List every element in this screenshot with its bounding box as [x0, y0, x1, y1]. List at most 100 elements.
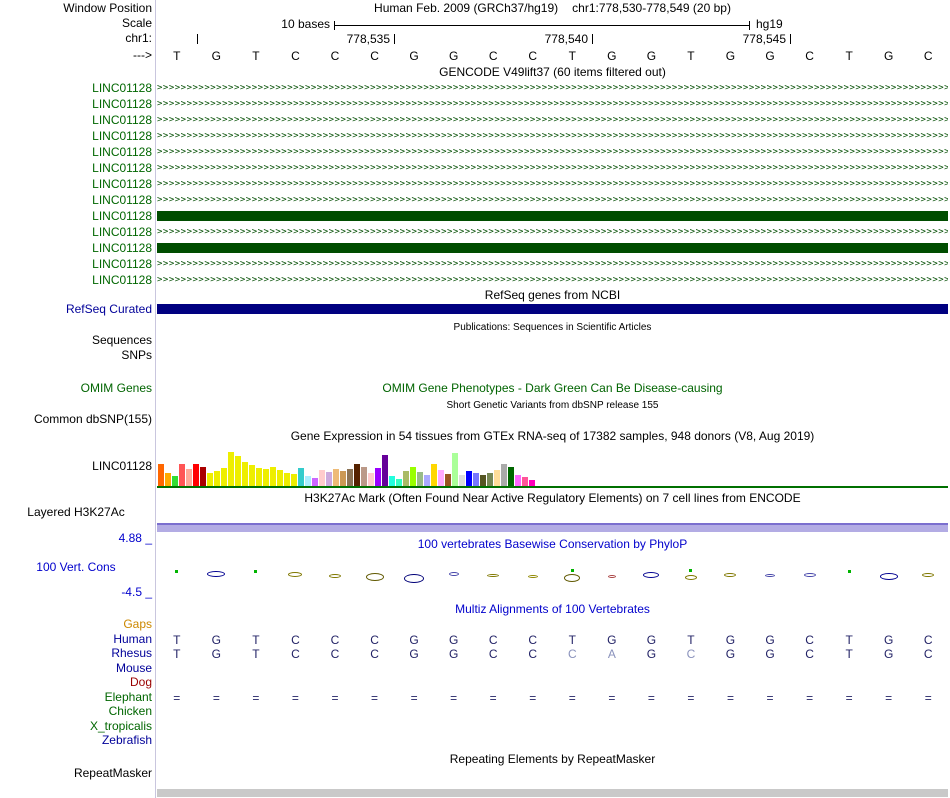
gencode-item-label[interactable]: LINC01128 — [0, 146, 152, 159]
gencode-item-label[interactable]: LINC01128 — [0, 194, 152, 207]
gtex-bar[interactable] — [165, 473, 171, 486]
gtex-bar[interactable] — [522, 477, 528, 486]
h3k27ac-title[interactable]: H3K27Ac Mark (Often Found Near Active Re… — [157, 492, 948, 505]
gtex-bar[interactable] — [277, 470, 283, 486]
gtex-bar[interactable] — [487, 473, 493, 486]
gtex-bar[interactable] — [291, 474, 297, 486]
gencode-item-label[interactable]: LINC01128 — [0, 258, 152, 271]
gtex-bar[interactable] — [431, 464, 437, 486]
gencode-exon-bar[interactable] — [157, 211, 948, 221]
gencode-item-label[interactable]: LINC01128 — [0, 162, 152, 175]
gencode-intron-arrows[interactable]: >>>>>>>>>>>>>>>>>>>>>>>>>>>>>>>>>>>>>>>>… — [157, 96, 948, 112]
sequences-label[interactable]: Sequences — [0, 334, 152, 347]
gtex-bar[interactable] — [501, 464, 507, 486]
gencode-item-label[interactable]: LINC01128 — [0, 242, 152, 255]
gencode-intron-arrows[interactable]: >>>>>>>>>>>>>>>>>>>>>>>>>>>>>>>>>>>>>>>>… — [157, 128, 948, 144]
gtex-bar[interactable] — [235, 456, 241, 486]
gtex-bar[interactable] — [172, 476, 178, 486]
gtex-bar[interactable] — [515, 475, 521, 486]
dbsnp-title[interactable]: Short Genetic Variants from dbSNP releas… — [157, 399, 948, 412]
gtex-bar[interactable] — [284, 473, 290, 486]
gencode-intron-arrows[interactable]: >>>>>>>>>>>>>>>>>>>>>>>>>>>>>>>>>>>>>>>>… — [157, 176, 948, 192]
h3k27ac-track[interactable] — [157, 523, 948, 532]
refseq-title[interactable]: RefSeq genes from NCBI — [157, 289, 948, 302]
repeatmasker-label[interactable]: RepeatMasker — [0, 767, 152, 780]
h3k27ac-label[interactable]: Layered H3K27Ac — [0, 506, 152, 519]
gtex-bar[interactable] — [326, 472, 332, 486]
refseq-curated-label[interactable]: RefSeq Curated — [0, 303, 152, 316]
species-label-zebrafish[interactable]: Zebrafish — [0, 734, 152, 747]
gtex-bar[interactable] — [389, 476, 395, 486]
multiz-title[interactable]: Multiz Alignments of 100 Vertebrates — [157, 603, 948, 616]
species-label-chicken[interactable]: Chicken — [0, 705, 152, 718]
gtex-bar[interactable] — [256, 468, 262, 486]
gencode-intron-arrows[interactable]: >>>>>>>>>>>>>>>>>>>>>>>>>>>>>>>>>>>>>>>>… — [157, 112, 948, 128]
gtex-bar[interactable] — [242, 462, 248, 486]
repeatmasker-track[interactable] — [157, 789, 948, 797]
omim-title[interactable]: OMIM Gene Phenotypes - Dark Green Can Be… — [157, 382, 948, 395]
gtex-bar[interactable] — [480, 475, 486, 486]
gtex-bar[interactable] — [200, 467, 206, 486]
gencode-exon-bar[interactable] — [157, 243, 948, 253]
gtex-bar[interactable] — [158, 464, 164, 486]
gtex-bar[interactable] — [249, 465, 255, 486]
gtex-bar[interactable] — [298, 468, 304, 486]
gtex-bar[interactable] — [466, 471, 472, 486]
gencode-item-label[interactable]: LINC01128 — [0, 178, 152, 191]
gtex-bar[interactable] — [508, 467, 514, 486]
gencode-intron-arrows[interactable]: >>>>>>>>>>>>>>>>>>>>>>>>>>>>>>>>>>>>>>>>… — [157, 256, 948, 272]
gtex-bar[interactable] — [186, 469, 192, 486]
gtex-bar[interactable] — [403, 471, 409, 486]
species-label-mouse[interactable]: Mouse — [0, 662, 152, 675]
repeatmasker-title[interactable]: Repeating Elements by RepeatMasker — [157, 753, 948, 766]
publications-title[interactable]: Publications: Sequences in Scientific Ar… — [157, 321, 948, 334]
gtex-bar[interactable] — [417, 472, 423, 486]
gtex-bar[interactable] — [214, 471, 220, 486]
species-label-human[interactable]: Human — [0, 633, 152, 646]
species-label-x_tropicalis[interactable]: X_tropicalis — [0, 720, 152, 733]
gtex-bar[interactable] — [459, 475, 465, 486]
gtex-bar[interactable] — [179, 464, 185, 486]
common-dbsnp-label[interactable]: Common dbSNP(155) — [0, 413, 152, 426]
gtex-bar[interactable] — [270, 467, 276, 486]
gtex-bar[interactable] — [263, 469, 269, 486]
gencode-item-label[interactable]: LINC01128 — [0, 226, 152, 239]
species-label-elephant[interactable]: Elephant — [0, 691, 152, 704]
gtex-bar[interactable] — [375, 468, 381, 486]
gtex-bar[interactable] — [312, 478, 318, 486]
species-label-gaps[interactable]: Gaps — [0, 618, 152, 631]
gtex-bar[interactable] — [410, 467, 416, 486]
gencode-item-label[interactable]: LINC01128 — [0, 82, 152, 95]
gtex-bar[interactable] — [319, 470, 325, 486]
gtex-bar[interactable] — [340, 471, 346, 486]
gtex-bar[interactable] — [452, 453, 458, 486]
gtex-bar[interactable] — [228, 452, 234, 486]
conservation-label[interactable]: 100 Vert. Cons — [0, 561, 152, 574]
gtex-bar[interactable] — [424, 475, 430, 486]
gtex-bar[interactable] — [473, 473, 479, 486]
gtex-bar[interactable] — [221, 468, 227, 486]
gencode-intron-arrows[interactable]: >>>>>>>>>>>>>>>>>>>>>>>>>>>>>>>>>>>>>>>>… — [157, 272, 948, 288]
gtex-bar[interactable] — [347, 469, 353, 486]
gencode-title[interactable]: GENCODE V49lift37 (60 items filtered out… — [157, 66, 948, 79]
gencode-item-label[interactable]: LINC01128 — [0, 114, 152, 127]
gtex-gene-label[interactable]: LINC01128 — [0, 460, 152, 473]
gtex-bar[interactable] — [382, 455, 388, 486]
gtex-bar[interactable] — [396, 479, 402, 486]
gencode-item-label[interactable]: LINC01128 — [0, 98, 152, 111]
gtex-bar[interactable] — [368, 473, 374, 486]
gtex-bar[interactable] — [305, 476, 311, 486]
gencode-intron-arrows[interactable]: >>>>>>>>>>>>>>>>>>>>>>>>>>>>>>>>>>>>>>>>… — [157, 160, 948, 176]
gtex-bar[interactable] — [445, 474, 451, 486]
gencode-item-label[interactable]: LINC01128 — [0, 210, 152, 223]
gtex-bar[interactable] — [193, 464, 199, 486]
gtex-bar[interactable] — [361, 467, 367, 486]
gtex-bar[interactable] — [207, 473, 213, 486]
species-label-dog[interactable]: Dog — [0, 676, 152, 689]
gtex-bar[interactable] — [354, 464, 360, 486]
gencode-intron-arrows[interactable]: >>>>>>>>>>>>>>>>>>>>>>>>>>>>>>>>>>>>>>>>… — [157, 192, 948, 208]
gtex-bar[interactable] — [438, 470, 444, 486]
gencode-intron-arrows[interactable]: >>>>>>>>>>>>>>>>>>>>>>>>>>>>>>>>>>>>>>>>… — [157, 144, 948, 160]
gencode-item-label[interactable]: LINC01128 — [0, 274, 152, 287]
omim-genes-label[interactable]: OMIM Genes — [0, 382, 152, 395]
